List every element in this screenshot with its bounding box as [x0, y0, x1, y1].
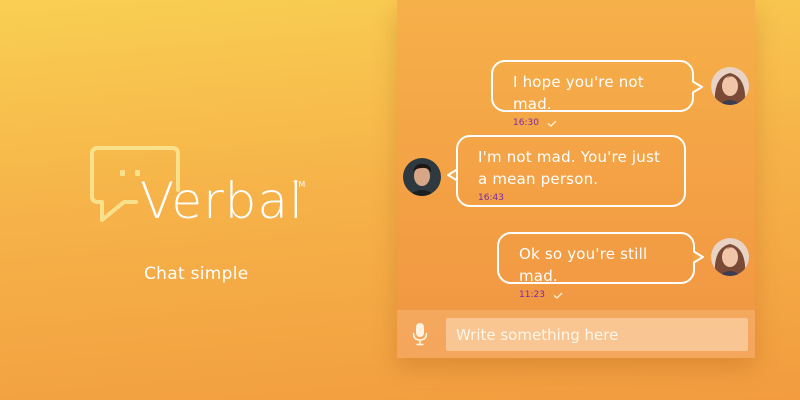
avatar-woman[interactable] [711, 67, 749, 105]
message-text: I hope you're not mad. [513, 73, 644, 113]
chat-panel: I hope you're not mad. 16:30 I'm not mad… [397, 0, 755, 358]
check-icon [547, 120, 557, 127]
message-meta: 16:43 [478, 193, 666, 203]
brand-name: Verbal [140, 172, 304, 230]
microphone-icon[interactable] [412, 322, 428, 346]
brand-tagline: Chat simple [144, 264, 249, 284]
message-composer [397, 310, 755, 358]
message-bubble: I'm not mad. You're just a mean person. … [456, 135, 686, 207]
check-icon [553, 292, 563, 299]
bubble-tail [693, 250, 704, 264]
message-timestamp: 16:43 [478, 193, 504, 203]
background-strip [755, 0, 800, 400]
message-text: I'm not mad. You're just a mean person. [478, 148, 661, 188]
message-bubble: Ok so you're still mad. 11:23 [497, 232, 695, 300]
avatar-man[interactable] [403, 158, 441, 196]
message-timestamp: 11:23 [519, 290, 545, 300]
trademark-mark: TM [293, 180, 306, 189]
message-input[interactable] [446, 318, 748, 351]
bubble-tail [692, 80, 703, 94]
brand-logo-area: Verbal TM Chat simple [88, 146, 318, 286]
message-text: Ok so you're still mad. [519, 245, 648, 285]
message-timestamp: 16:30 [513, 118, 539, 128]
message-bubble: I hope you're not mad. 16:30 [491, 60, 694, 128]
avatar-woman[interactable] [711, 238, 749, 276]
message-meta: 11:23 [519, 290, 675, 300]
message-meta: 16:30 [513, 118, 674, 128]
